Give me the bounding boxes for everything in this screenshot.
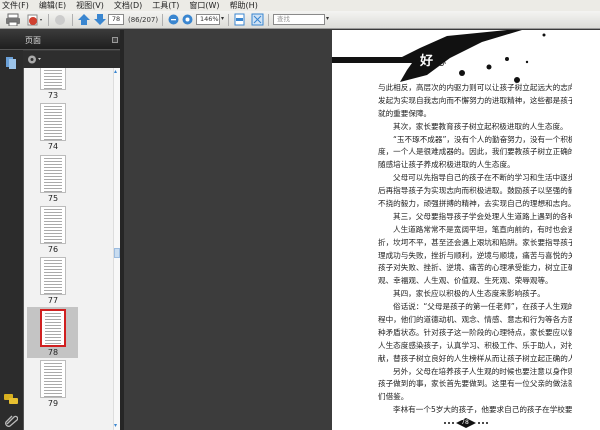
svg-text:心: 心 bbox=[436, 56, 446, 68]
page-number: 78 bbox=[461, 419, 469, 426]
text-line: 孩子做到的事，家长首先要做到。这里有一位父亲的做法就很值得我 bbox=[378, 379, 572, 389]
menu-bar: 文件(F) 编辑(E) 视图(V) 文档(D) 工具(T) 窗口(W) 帮助(H) bbox=[0, 0, 600, 11]
menu-item[interactable]: 编辑(E) bbox=[39, 0, 66, 11]
previous-page-icon[interactable] bbox=[77, 13, 91, 26]
text-line: 其四，家长应以积极的人生态度来影响孩子。 bbox=[393, 289, 545, 299]
panel-title: 页面 bbox=[25, 36, 41, 45]
page-thumbnail[interactable] bbox=[40, 205, 66, 244]
thumbnail-page-label: 75 bbox=[47, 193, 59, 203]
text-line: 俗话说：“父母是孩子的第一任老师”，在孩子人生观的形成过 bbox=[393, 302, 572, 312]
text-line: 另外，父母在培养孩子人生观的时候也要注意以身作则。我们要 bbox=[393, 366, 572, 376]
text-line: 随感培让孩子养成积极进取的人生态度。 bbox=[378, 160, 515, 170]
zoom-level-input[interactable]: 146% bbox=[196, 14, 220, 25]
panel-options-button[interactable] bbox=[112, 37, 118, 43]
thumbnail-options-bar bbox=[23, 51, 122, 68]
next-page-icon[interactable] bbox=[93, 13, 107, 26]
text-line: “玉不琢不成器”，没有个人的勤奋努力，没有一个积极进取的态 bbox=[393, 134, 572, 144]
menu-item[interactable]: 窗口(W) bbox=[189, 0, 219, 11]
thumbnail-page-label: 74 bbox=[47, 142, 59, 152]
page-thumbnail[interactable] bbox=[40, 359, 66, 398]
thumbnails-scrollbar[interactable]: ▴ ▾ bbox=[113, 68, 120, 430]
page-thumbnail[interactable] bbox=[40, 68, 66, 90]
text-line: 献，替孩子树立良好的人生榜样从而让孩子树立起正确的人生观。 bbox=[378, 353, 572, 363]
thumbnail-page-label: 77 bbox=[47, 296, 59, 306]
attachments-icon[interactable] bbox=[4, 413, 18, 427]
zoom-out-icon[interactable] bbox=[167, 13, 180, 26]
text-line: 理成功与失败，挫折与顺利，逆境与顺境，痛苦与喜悦的关系，培养 bbox=[378, 250, 572, 260]
thumbnail-page-label: 78 bbox=[47, 347, 59, 357]
page-thumbnail[interactable] bbox=[40, 154, 66, 193]
thumbnail-page-label: 76 bbox=[47, 244, 59, 254]
menu-item[interactable]: 视图(V) bbox=[76, 0, 104, 11]
pages-panel-header: 页面 bbox=[0, 30, 122, 50]
text-line: 孩子对失败、挫折、逆境、痛苦的心理承受能力，树立正确的苦乐 bbox=[378, 263, 572, 273]
page-thumbnail[interactable] bbox=[40, 308, 66, 347]
bookmarks-icon[interactable] bbox=[4, 56, 17, 70]
toolbar: 78 (86/207) 146% ▾ 查找 ▾ bbox=[0, 11, 600, 29]
document-viewport-background bbox=[120, 30, 332, 430]
text-line: 李林有一个5岁大的孩子，他要求自己的孩子在学校要养成好学 bbox=[393, 405, 572, 415]
text-line: 其三，父母要指导孩子学会处理人生道路上遇到的各种问题。 bbox=[393, 211, 572, 221]
page-thumbnails-list: 73 74 75 76 77 78 79 bbox=[23, 68, 120, 430]
print-icon[interactable] bbox=[5, 13, 21, 26]
menu-item[interactable]: 文档(D) bbox=[114, 0, 142, 11]
text-line: 后再指导孩子为实现志向而积极进取。鼓励孩子以坚强的毅志，百折 bbox=[378, 186, 572, 196]
thumbnail-page-label: 73 bbox=[47, 91, 59, 100]
text-line: 观、幸福观、人生观、价值观、生死观、荣辱观等。 bbox=[378, 276, 553, 286]
search-input[interactable]: 查找 bbox=[273, 14, 325, 25]
text-line: 发起为实现自我志向而不懈努力的进取精神，这些都是孩子取得大成 bbox=[378, 95, 572, 105]
chapter-header-ink-decoration: 好 心 bbox=[332, 30, 546, 83]
text-line: 人生道路常常不是宽阔平坦，笔直向前的，有时也会遇到崎路曲 bbox=[393, 224, 572, 234]
menu-item[interactable]: 工具(T) bbox=[152, 0, 179, 11]
text-line: 就的重要保障。 bbox=[378, 108, 432, 118]
text-line: 与此相反，高层次的内驱力则可以让孩子树立起远大的志向，激 bbox=[378, 83, 572, 92]
menu-item[interactable]: 帮助(H) bbox=[230, 0, 258, 11]
page-thumbnail[interactable] bbox=[40, 257, 66, 296]
navigation-icon-column bbox=[0, 30, 23, 430]
svg-text:好: 好 bbox=[419, 53, 433, 69]
zoom-in-icon[interactable] bbox=[181, 13, 194, 26]
page-body-text: 与此相反，高层次的内驱力则可以让孩子树立起远大的志向，激 发起为实现自我志向而不懈… bbox=[378, 82, 572, 417]
thumbnail-page-label: 79 bbox=[47, 398, 59, 408]
zoom-dropdown-icon[interactable]: ▾ bbox=[221, 15, 224, 22]
text-line: 父母可以先指导自己的孩子在不断的学习和生活中逐步立志，然 bbox=[393, 173, 572, 183]
text-line: 人生态度感染孩子，认真学习、积极工作、乐于助人，对社会有所贡 bbox=[378, 340, 572, 350]
comments-icon[interactable] bbox=[3, 393, 19, 406]
text-line: 们借鉴。 bbox=[378, 392, 409, 402]
full-screen-icon[interactable] bbox=[251, 13, 264, 26]
text-line: 其次，家长要教育孩子树立起积极进取的人生态度。 bbox=[393, 121, 568, 131]
page-thumbnail[interactable] bbox=[40, 103, 66, 142]
text-line: 折，坎坷不平，甚至还会遇上艰坑和陷阱。家长要指导孩子正确地处 bbox=[378, 237, 572, 247]
document-page: 好 心 与此相反，高层次的内驱力则可以让孩子树立起远大的志向，激 发起为实现自我志… bbox=[332, 30, 600, 430]
gear-icon[interactable] bbox=[26, 54, 42, 65]
fit-page-icon[interactable] bbox=[233, 13, 246, 26]
menu-item[interactable]: 文件(F) bbox=[2, 0, 29, 11]
text-line: 程中，他们的道德动机、观念、情感、意志和行为等各方面都处于一 bbox=[378, 315, 572, 325]
page-count: (86/207) bbox=[128, 16, 159, 24]
review-icon-disabled bbox=[55, 15, 65, 25]
text-line: 度，一个人是很难成器的。因此，我们要教孩子树立正确的人生观， bbox=[378, 147, 572, 157]
page-number-input[interactable]: 78 bbox=[108, 14, 124, 25]
text-line: 种矛盾状态。针对孩子这一阶段的心理特点，家长要应以健康向上的 bbox=[378, 327, 572, 337]
export-icon[interactable] bbox=[26, 13, 44, 26]
text-line: 不挠的毅力，顽强拼搏的精神，去实现自己的理想和志向。 bbox=[378, 199, 572, 209]
search-dropdown-icon[interactable]: ▾ bbox=[326, 15, 329, 22]
